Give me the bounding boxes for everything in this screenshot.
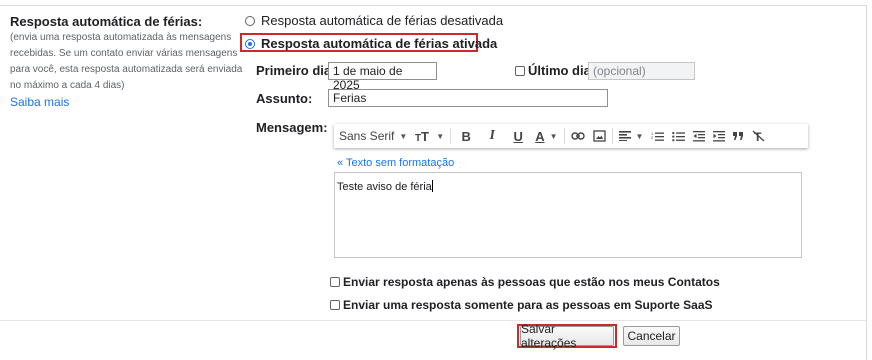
toolbar-divider [611, 128, 613, 144]
chevron-down-icon: ▼ [399, 131, 408, 141]
align-icon[interactable]: ▼ [615, 124, 648, 148]
plain-text-link[interactable]: « Texto sem formatação [337, 157, 454, 169]
save-button[interactable]: Salvar alterações [520, 322, 614, 350]
first-day-label: Primeiro dia: [256, 63, 336, 78]
org-only-label: Enviar uma resposta somente para as pess… [343, 298, 713, 312]
indent-less-icon[interactable] [689, 124, 709, 148]
subject-label: Assunto: [256, 91, 313, 106]
vacation-on-radio[interactable] [245, 38, 255, 49]
last-day-toggle[interactable]: Último dia: [515, 63, 595, 78]
image-icon[interactable] [589, 124, 610, 148]
svg-text:2: 2 [651, 135, 654, 140]
bulleted-list-icon[interactable] [668, 124, 689, 148]
vacation-off-radio[interactable] [245, 15, 255, 26]
subject-input[interactable]: Ferias [328, 89, 608, 107]
formatting-toolbar: Sans Serif ▼ TT▼ B I U A▼ ▼ 12 T [334, 124, 808, 148]
vacation-title: Resposta automática de férias: [10, 14, 203, 29]
toolbar-divider [450, 128, 452, 144]
message-label: Mensagem: [256, 120, 328, 135]
font-family-select[interactable]: Sans Serif ▼ [334, 124, 411, 148]
font-family-label: Sans Serif [339, 129, 395, 143]
svg-text:T: T [421, 130, 429, 142]
underline-icon[interactable]: U [505, 124, 531, 148]
bottom-divider [0, 320, 866, 321]
link-icon[interactable] [567, 124, 589, 148]
last-day-checkbox[interactable] [515, 65, 525, 76]
learn-more-link[interactable]: Saiba mais [10, 95, 69, 109]
vacation-on-option[interactable]: Resposta automática de férias ativada [245, 36, 497, 51]
contacts-only-label: Enviar resposta apenas às pessoas que es… [343, 275, 720, 289]
vacation-on-label: Resposta automática de férias ativada [261, 36, 498, 51]
remove-formatting-icon[interactable]: T [748, 124, 769, 148]
last-day-input[interactable]: (opcional) [588, 62, 695, 80]
vacation-description: (envia uma resposta automatizada às mens… [10, 32, 243, 91]
numbered-list-icon[interactable]: 12 [647, 124, 668, 148]
last-day-label: Último dia: [528, 63, 596, 78]
contacts-only-checkbox[interactable] [330, 277, 340, 287]
text-color-icon[interactable]: A ▼ [531, 124, 561, 148]
message-editor[interactable]: Teste aviso de féria [334, 172, 802, 258]
top-divider [0, 5, 866, 6]
indent-more-icon[interactable] [709, 124, 729, 148]
font-size-icon[interactable]: T T ▼ [411, 124, 448, 148]
vacation-off-option[interactable]: Resposta automática de férias desativada [245, 13, 503, 28]
org-only-checkbox[interactable] [330, 300, 340, 310]
contacts-only-option[interactable]: Enviar resposta apenas às pessoas que es… [330, 275, 720, 289]
italic-icon[interactable]: I [479, 124, 505, 148]
vacation-off-label: Resposta automática de férias desativada [261, 13, 504, 28]
message-body: Teste aviso de féria [337, 181, 432, 193]
cancel-button[interactable]: Cancelar [623, 326, 680, 346]
toolbar-divider [563, 128, 565, 144]
org-only-option[interactable]: Enviar uma resposta somente para as pess… [330, 298, 713, 312]
text-cursor [431, 180, 433, 192]
quote-icon[interactable] [729, 124, 748, 148]
first-day-input[interactable]: 1 de maio de 2025 [328, 62, 437, 92]
right-divider [866, 5, 867, 360]
bold-icon[interactable]: B [453, 124, 479, 148]
